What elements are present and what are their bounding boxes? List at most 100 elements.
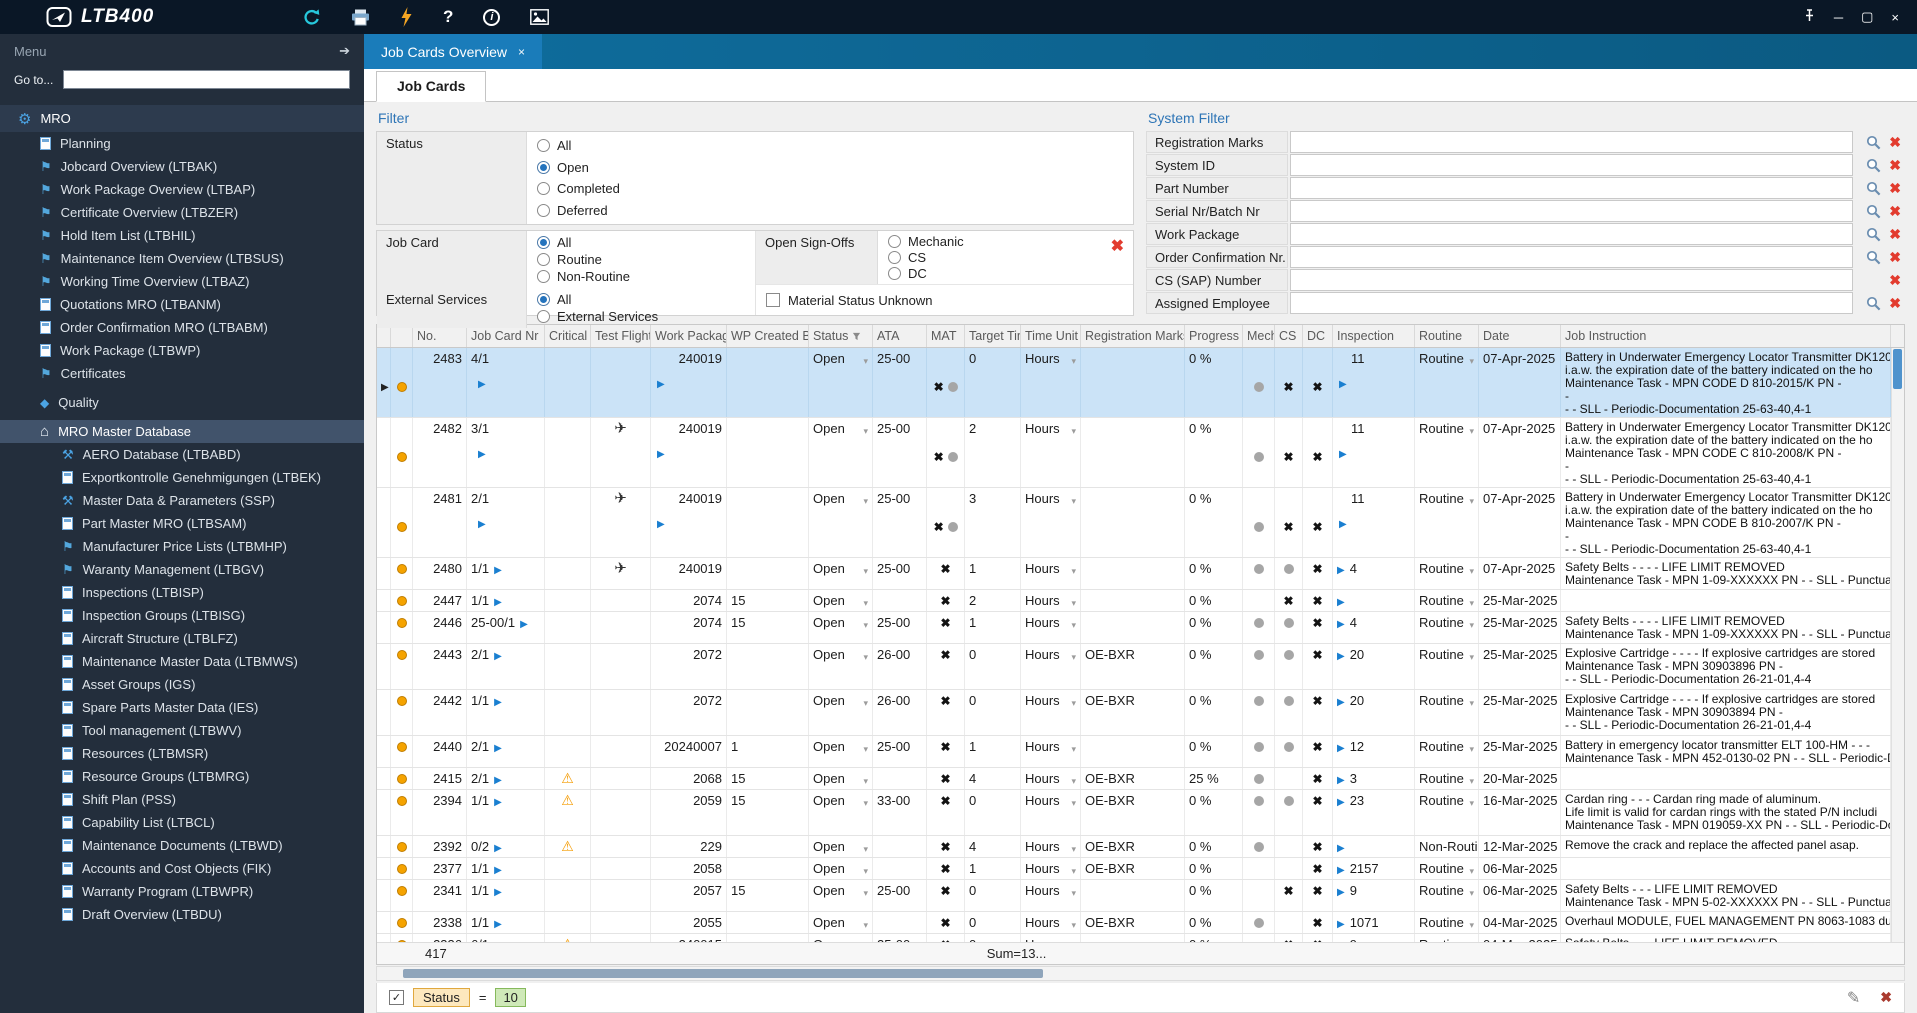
cell-routine[interactable]: Routine▾ <box>1415 348 1479 417</box>
dropdown-icon[interactable]: ▾ <box>1071 494 1076 509</box>
image-icon[interactable] <box>530 9 550 25</box>
dropdown-icon[interactable]: ▾ <box>1469 742 1474 757</box>
clear-field-icon[interactable]: ✖ <box>1889 227 1901 241</box>
drilldown-icon[interactable]: ▶ <box>494 697 502 708</box>
cell-unit[interactable]: Hours▾ <box>1021 858 1081 879</box>
table-row-2447[interactable]: 2447 1/1 ▶ 2074 15 Open ▾ ✖ 2 Hours ▾ 0 % ✖ ✖ ▶ Routine… <box>377 590 1891 612</box>
sidebar-item-master-data-parameters-ssp[interactable]: ⚒ Master Data & Parameters (SSP) <box>0 489 364 512</box>
drilldown-icon[interactable]: ▶ <box>494 775 502 786</box>
sidebar-item-spare-parts-master-data-ies[interactable]: Spare Parts Master Data (IES) <box>0 696 364 719</box>
cell-unit[interactable]: Hours▾ <box>1021 558 1081 589</box>
column-header-target[interactable]: Target Time <box>965 325 1021 347</box>
table-row-2338[interactable]: 2338 1/1 ▶ 2055 Open ▾ ✖ 0 Hours ▾ OE-BXR 0 % ✖ ▶ 1071… <box>377 912 1891 934</box>
column-header-marker[interactable] <box>377 325 391 347</box>
column-header-jc[interactable]: Job Card Nr <box>467 325 545 347</box>
cell-routine[interactable]: Routine▾ <box>1415 590 1479 611</box>
horizontal-scrollbar-thumb[interactable] <box>403 969 1043 978</box>
dropdown-icon[interactable]: ▾ <box>863 494 868 509</box>
drilldown-icon[interactable]: ▶ <box>494 797 502 808</box>
cell-status[interactable]: Open▾ <box>809 558 873 589</box>
dropdown-icon[interactable]: ▾ <box>1469 618 1474 633</box>
cell-routine[interactable]: Routine▾ <box>1415 644 1479 689</box>
drilldown-icon[interactable]: ▶ <box>1337 565 1345 576</box>
cell-routine[interactable]: Routine▾ <box>1415 690 1479 735</box>
table-row-2415[interactable]: 2415 2/1 ▶ ⚠ 2068 15 Open ▾ ✖ 4 Hours ▾ OE-BXR 25 % ✖ ▶… <box>377 768 1891 790</box>
sidebar-item-working-time-overview-ltbaz[interactable]: ⚑ Working Time Overview (LTBAZ) <box>0 270 364 293</box>
search-icon[interactable] <box>1866 227 1881 242</box>
cell-status[interactable]: Open▾ <box>809 418 873 487</box>
dropdown-icon[interactable]: ▾ <box>1071 940 1076 942</box>
column-header-instr[interactable]: Job Instruction <box>1561 325 1891 347</box>
dropdown-icon[interactable]: ▾ <box>1071 742 1076 757</box>
sidebar-item-part-master-mro-ltbsam[interactable]: Part Master MRO (LTBSAM) <box>0 512 364 535</box>
column-header-progress[interactable]: Progress <box>1185 325 1243 347</box>
clear-field-icon[interactable]: ✖ <box>1889 135 1901 149</box>
table-row-2480[interactable]: 2480 1/1 ▶ ✈ 240019 Open ▾ 25-00 ✖ 1 Hours ▾ 0 % ✖ ▶ 4 R… <box>377 558 1891 590</box>
cell-status[interactable]: Open▾ <box>809 644 873 689</box>
dropdown-icon[interactable]: ▾ <box>1469 796 1474 811</box>
sidebar-item-aircraft-structure-ltblfz[interactable]: Aircraft Structure (LTBLFZ) <box>0 627 364 650</box>
clear-field-icon[interactable]: ✖ <box>1889 204 1901 218</box>
drilldown-icon[interactable]: ▶ <box>657 519 665 530</box>
tab-close-icon[interactable]: × <box>518 45 525 59</box>
sidebar-item-aero-database-ltbabd[interactable]: ⚒ AERO Database (LTBABD) <box>0 443 364 466</box>
sidebar-item-accounts-and-cost-objects-fik[interactable]: Accounts and Cost Objects (FIK) <box>0 857 364 880</box>
dropdown-icon[interactable]: ▾ <box>1469 918 1474 933</box>
drilldown-icon[interactable]: ▶ <box>1337 697 1345 708</box>
dropdown-icon[interactable]: ▾ <box>1071 774 1076 789</box>
radio-routine[interactable]: Routine <box>537 251 745 268</box>
search-icon[interactable] <box>1866 158 1881 173</box>
radio-mechanic[interactable]: Mechanic <box>888 234 1123 250</box>
dropdown-icon[interactable]: ▾ <box>1071 886 1076 901</box>
radio-dc[interactable]: DC <box>888 265 1123 281</box>
cell-routine[interactable]: Non-Routine▾ <box>1415 836 1479 857</box>
filter-field-chip[interactable]: Status <box>413 988 470 1007</box>
search-icon[interactable] <box>1866 135 1881 150</box>
cell-status[interactable]: Open▾ <box>809 736 873 767</box>
drilldown-icon[interactable]: ▶ <box>1337 843 1345 854</box>
pin-icon[interactable] <box>1803 9 1816 25</box>
dropdown-icon[interactable]: ▾ <box>1469 940 1474 942</box>
dropdown-icon[interactable]: ▾ <box>863 940 868 942</box>
sidebar-item-hold-item-list-ltbhil[interactable]: ⚑ Hold Item List (LTBHIL) <box>0 224 364 247</box>
dropdown-icon[interactable]: ▾ <box>863 886 868 901</box>
close-button[interactable]: × <box>1891 10 1899 25</box>
drilldown-icon[interactable]: ▶ <box>657 379 665 390</box>
table-row-2482[interactable]: 2482 3/1 ▶ ✈ 240019 ▶ Open ▾ 25-00 ✖ 2 Hours ▾ 0 % ✖ ✖… <box>377 418 1891 488</box>
cell-status[interactable]: Open▾ <box>809 880 873 911</box>
dropdown-icon[interactable]: ▾ <box>863 918 868 933</box>
sidebar-item-quotations-mro-ltbanm[interactable]: Quotations MRO (LTBANM) <box>0 293 364 316</box>
drilldown-icon[interactable]: ▶ <box>494 597 502 608</box>
sidebar-item-warranty-program-ltbwpr[interactable]: Warranty Program (LTBWPR) <box>0 880 364 903</box>
sidebar-item-inspections-ltbisp[interactable]: Inspections (LTBISP) <box>0 581 364 604</box>
sidebar-item-order-confirmation-mro-ltbabm[interactable]: Order Confirmation MRO (LTBABM) <box>0 316 364 339</box>
sidebar-item-maintenance-item-overview-ltbsus[interactable]: ⚑ Maintenance Item Overview (LTBSUS) <box>0 247 364 270</box>
table-row-2446[interactable]: 2446 25-00/1 ▶ 2074 15 Open ▾ 25-00 ✖ 1 Hours ▾ 0 % ✖… <box>377 612 1891 644</box>
column-header-wp[interactable]: Work Package <box>651 325 727 347</box>
column-header-mat[interactable]: MAT <box>927 325 965 347</box>
vertical-scrollbar[interactable] <box>1891 348 1904 942</box>
cell-routine[interactable]: Routine▾ <box>1415 880 1479 911</box>
refresh-icon[interactable] <box>302 8 321 27</box>
cell-routine[interactable]: Routine▾ <box>1415 558 1479 589</box>
info-icon[interactable]: i <box>483 8 501 26</box>
table-row-2377[interactable]: 2377 1/1 ▶ 2058 Open ▾ ✖ 1 Hours ▾ OE-BXR 0 % ✖ ▶ 2157… <box>377 858 1891 880</box>
cell-unit[interactable]: Hours▾ <box>1021 644 1081 689</box>
part-number-input[interactable] <box>1290 177 1853 199</box>
cell-status[interactable]: Open▾ <box>809 590 873 611</box>
cell-routine[interactable]: Routine▾ <box>1415 488 1479 557</box>
radio-open[interactable]: Open <box>537 157 1123 179</box>
clear-field-icon[interactable]: ✖ <box>1889 296 1901 310</box>
dropdown-icon[interactable]: ▾ <box>1071 864 1076 879</box>
cell-status[interactable]: Open▾ <box>809 912 873 933</box>
dropdown-icon[interactable]: ▾ <box>1071 650 1076 665</box>
search-icon[interactable] <box>1866 296 1881 311</box>
table-row-2392[interactable]: 2392 0/2 ▶ ⚠ 229 Open ▾ ✖ 4 Hours ▾ OE-BXR 0 % ✖ ▶ Non-… <box>377 836 1891 858</box>
clear-field-icon[interactable]: ✖ <box>1889 273 1901 287</box>
table-row-2440[interactable]: 2440 2/1 ▶ 20240007 1 Open ▾ 25-00 ✖ 1 Hours ▾ 0 % ✖ ▶… <box>377 736 1891 768</box>
dropdown-icon[interactable]: ▾ <box>1469 696 1474 711</box>
drilldown-icon[interactable]: ▶ <box>478 449 486 460</box>
dropdown-icon[interactable]: ▾ <box>863 564 868 579</box>
column-header-status[interactable]: Status <box>809 325 873 347</box>
cell-unit[interactable]: Hours▾ <box>1021 836 1081 857</box>
